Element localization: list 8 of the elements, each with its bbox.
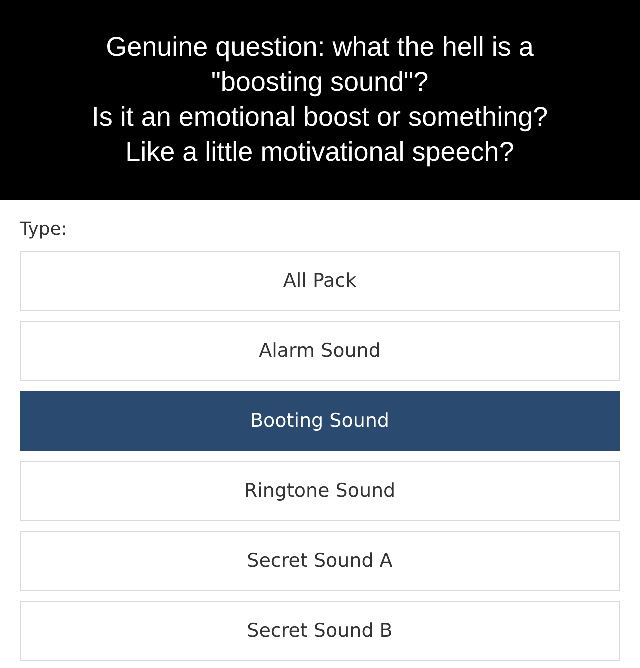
option-button[interactable]: Secret Sound A: [20, 531, 620, 591]
option-button[interactable]: Secret Sound B: [20, 601, 620, 661]
caption-text: Genuine question: what the hell is a "boosting sound"? Is it an emotional boost or something? Like a little motivational speech?: [92, 31, 548, 169]
option-button[interactable]: Alarm Sound: [20, 321, 620, 381]
option-button[interactable]: All Pack: [20, 251, 620, 311]
option-button[interactable]: Booting Sound: [20, 391, 620, 451]
option-button[interactable]: Ringtone Sound: [20, 461, 620, 521]
type-label: Type:: [20, 218, 68, 242]
